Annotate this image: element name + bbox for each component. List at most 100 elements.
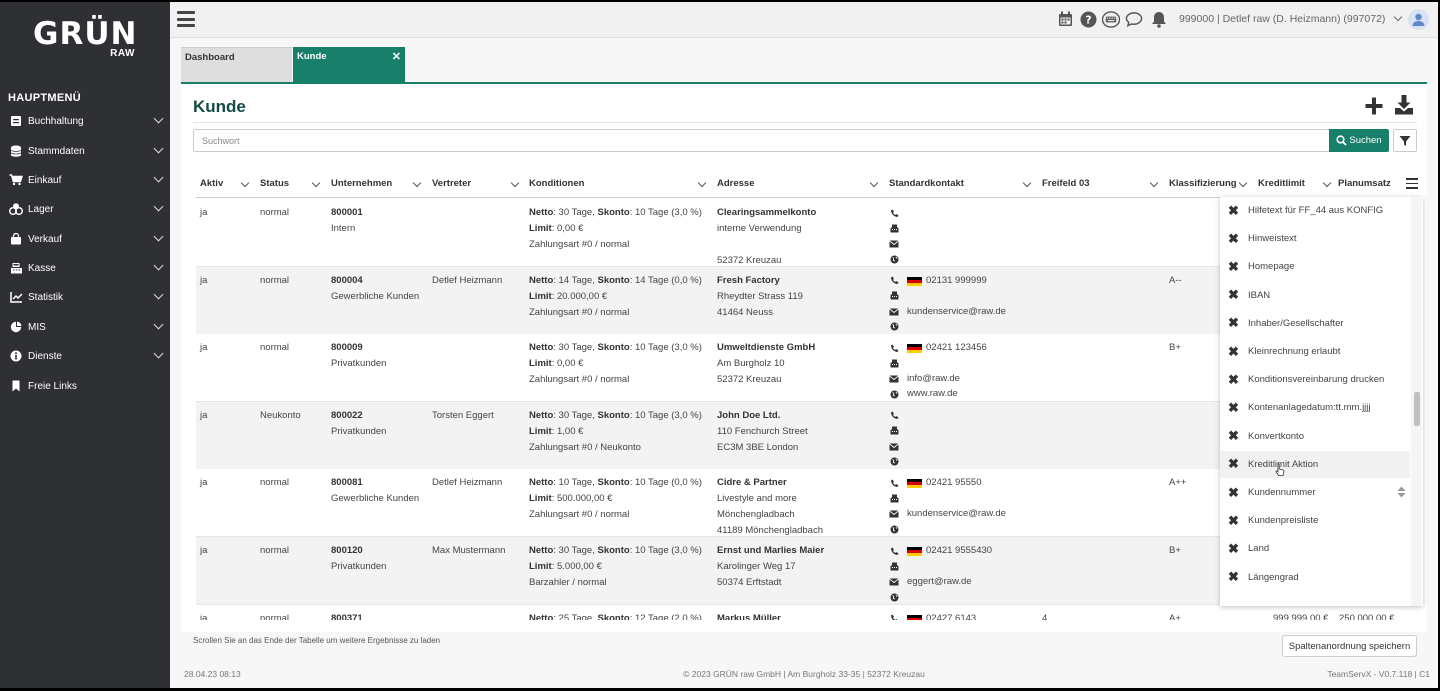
download-button[interactable]	[1394, 94, 1414, 116]
remove-column-icon[interactable]: ✖	[1228, 204, 1240, 217]
chevron-down-icon[interactable]	[1238, 178, 1248, 188]
filter-button[interactable]	[1393, 129, 1417, 152]
add-customer-button[interactable]	[1364, 96, 1384, 116]
column-header-planumsatz[interactable]: Planumsatz	[1338, 178, 1391, 189]
column-header-aktiv[interactable]: Aktiv	[200, 178, 223, 189]
sidebar-item-mis[interactable]: MIS	[0, 314, 170, 340]
plus-icon	[1365, 97, 1383, 115]
tab-dashboard[interactable]: Dashboard	[181, 47, 292, 82]
column-option[interactable]: ✖ Kundennummer	[1220, 479, 1410, 506]
remove-column-icon[interactable]: ✖	[1228, 457, 1240, 470]
avatar[interactable]	[1408, 9, 1429, 30]
column-header-freifeld-03[interactable]: Freifeld 03	[1042, 178, 1090, 189]
sidebar-item-verkauf[interactable]: Verkauf	[0, 226, 170, 252]
chevron-down-icon[interactable]	[510, 178, 520, 188]
column-header-standardkontakt[interactable]: Standardkontakt	[889, 178, 964, 189]
chevron-down-icon[interactable]	[153, 113, 164, 124]
remove-column-icon[interactable]: ✖	[1228, 486, 1240, 499]
column-option[interactable]: ✖ Konditionsvereinbarung drucken	[1220, 366, 1410, 393]
pie-icon	[9, 321, 23, 333]
user-menu[interactable]: 999000 | Detlef raw (D. Heizmann) (99707…	[1179, 12, 1403, 25]
chevron-down-icon[interactable]	[412, 178, 422, 188]
chevron-down-icon[interactable]	[1149, 178, 1159, 188]
scrollbar-thumb[interactable]	[1414, 392, 1420, 426]
search-input[interactable]	[193, 129, 1330, 152]
column-header-kreditlimit[interactable]: Kreditlimit	[1258, 178, 1305, 189]
remove-column-icon[interactable]: ✖	[1228, 514, 1240, 527]
chevron-down-icon[interactable]	[153, 172, 164, 183]
remove-column-icon[interactable]: ✖	[1228, 232, 1240, 245]
column-header-unternehmen[interactable]: Unternehmen	[331, 178, 392, 189]
sidebar-item-lager[interactable]: Lager	[0, 196, 170, 222]
sidebar-item-label: Verkauf	[28, 233, 62, 245]
column-header-status[interactable]: Status	[260, 178, 289, 189]
search-button-label: Suchen	[1349, 135, 1382, 146]
sidebar-item-buchhaltung[interactable]: Buchhaltung	[0, 108, 170, 134]
close-icon[interactable]: ✕	[392, 50, 401, 63]
sidebar-item-einkauf[interactable]: Einkauf	[0, 167, 170, 193]
search-button[interactable]: Suchen	[1329, 129, 1389, 152]
cell-status: normal	[260, 545, 290, 556]
chevron-down-icon[interactable]	[869, 178, 879, 188]
remove-column-icon[interactable]: ✖	[1228, 429, 1240, 442]
remove-column-icon[interactable]: ✖	[1228, 345, 1240, 358]
column-header-vertreter[interactable]: Vertreter	[432, 178, 471, 189]
save-column-order-button[interactable]: Spaltenanordnung speichern	[1282, 635, 1417, 657]
column-option[interactable]: ✖ Kreditlimit Aktion	[1220, 450, 1410, 478]
help-icon[interactable]: ?	[1079, 10, 1097, 28]
column-header-adresse[interactable]: Adresse	[717, 178, 755, 189]
sidebar-item-kasse[interactable]: Kasse	[0, 255, 170, 281]
column-option[interactable]: ✖ Konvertkonto	[1220, 423, 1410, 450]
remove-column-icon[interactable]: ✖	[1228, 316, 1240, 329]
sidebar-item-freie-links[interactable]: Freie Links	[0, 373, 170, 399]
cell-address-line3: 50374 Erftstadt	[717, 577, 782, 588]
remove-column-icon[interactable]: ✖	[1228, 542, 1240, 555]
chevron-down-icon[interactable]	[153, 348, 164, 359]
menu-toggle-icon[interactable]	[177, 11, 195, 27]
sidebar-item-dienste[interactable]: Dienste	[0, 343, 170, 369]
sidebar-item-stammdaten[interactable]: Stammdaten	[0, 138, 170, 164]
column-option[interactable]: ✖ Hilfetext für FF_44 aus KONFIG	[1220, 197, 1410, 224]
chevron-down-icon[interactable]	[1322, 178, 1332, 188]
column-header-konditionen[interactable]: Konditionen	[529, 178, 584, 189]
remove-column-icon[interactable]: ✖	[1228, 260, 1240, 273]
label-limit: Limit	[529, 223, 552, 234]
column-option[interactable]: ✖ IBAN	[1220, 282, 1410, 309]
chat-icon[interactable]	[1125, 10, 1143, 28]
chevron-down-icon[interactable]	[153, 319, 164, 330]
chevron-down-icon[interactable]	[153, 143, 164, 154]
column-option[interactable]: ✖ Kontenanlagedatum:tt.mm.jjjj	[1220, 394, 1410, 421]
remove-column-icon[interactable]: ✖	[1228, 288, 1240, 301]
column-option[interactable]: ✖ Inhaber/Gesellschafter	[1220, 310, 1410, 337]
sort-handle-icon[interactable]	[1397, 486, 1406, 501]
column-chooser-dropdown[interactable]: ✖ Hilfetext für FF_44 aus KONFIG ✖ Hinweist…	[1220, 197, 1423, 606]
tab-kunde[interactable]: Kunde ✕	[293, 47, 405, 82]
dropdown-scrollbar[interactable]	[1411, 197, 1422, 606]
chevron-down-icon[interactable]	[153, 260, 164, 271]
chevron-down-icon[interactable]	[697, 178, 707, 188]
chevron-down-icon[interactable]	[153, 289, 164, 300]
chevron-down-icon[interactable]	[153, 231, 164, 242]
remove-column-icon[interactable]: ✖	[1228, 401, 1240, 414]
column-option[interactable]: ✖ Hinweistext	[1220, 225, 1410, 252]
column-option[interactable]: ✖ Land	[1220, 535, 1410, 562]
chevron-down-icon[interactable]	[311, 178, 321, 188]
sidebar-item-statistik[interactable]: Statistik	[0, 284, 170, 310]
column-option[interactable]: ✖ Längengrad	[1220, 564, 1410, 591]
bell-icon[interactable]	[1150, 10, 1168, 28]
column-option[interactable]: ✖ Homepage	[1220, 253, 1410, 280]
label-skonto: Skonto	[597, 545, 630, 556]
column-menu-icon[interactable]	[1406, 178, 1418, 189]
keyboard-icon[interactable]	[1102, 10, 1120, 28]
chevron-down-icon[interactable]	[1022, 178, 1032, 188]
remove-column-icon[interactable]: ✖	[1228, 570, 1240, 583]
chevron-down-icon[interactable]	[240, 178, 250, 188]
cell-conditions-terms: Netto: 30 Tage, Skonto: 10 Tage (3,0 %)	[529, 205, 702, 221]
calendar-icon[interactable]	[1056, 10, 1074, 28]
column-header-klassifizierung[interactable]: Klassifizierung	[1169, 178, 1236, 189]
column-option[interactable]: ✖ Kundenpreisliste	[1220, 507, 1410, 534]
table-row[interactable]: ja normal 800371 Netto: 25 Tage, Skonto: 12…	[196, 604, 1418, 620]
chevron-down-icon[interactable]	[153, 201, 164, 212]
remove-column-icon[interactable]: ✖	[1228, 373, 1240, 386]
column-option[interactable]: ✖ Kleinrechnung erlaubt	[1220, 338, 1410, 365]
